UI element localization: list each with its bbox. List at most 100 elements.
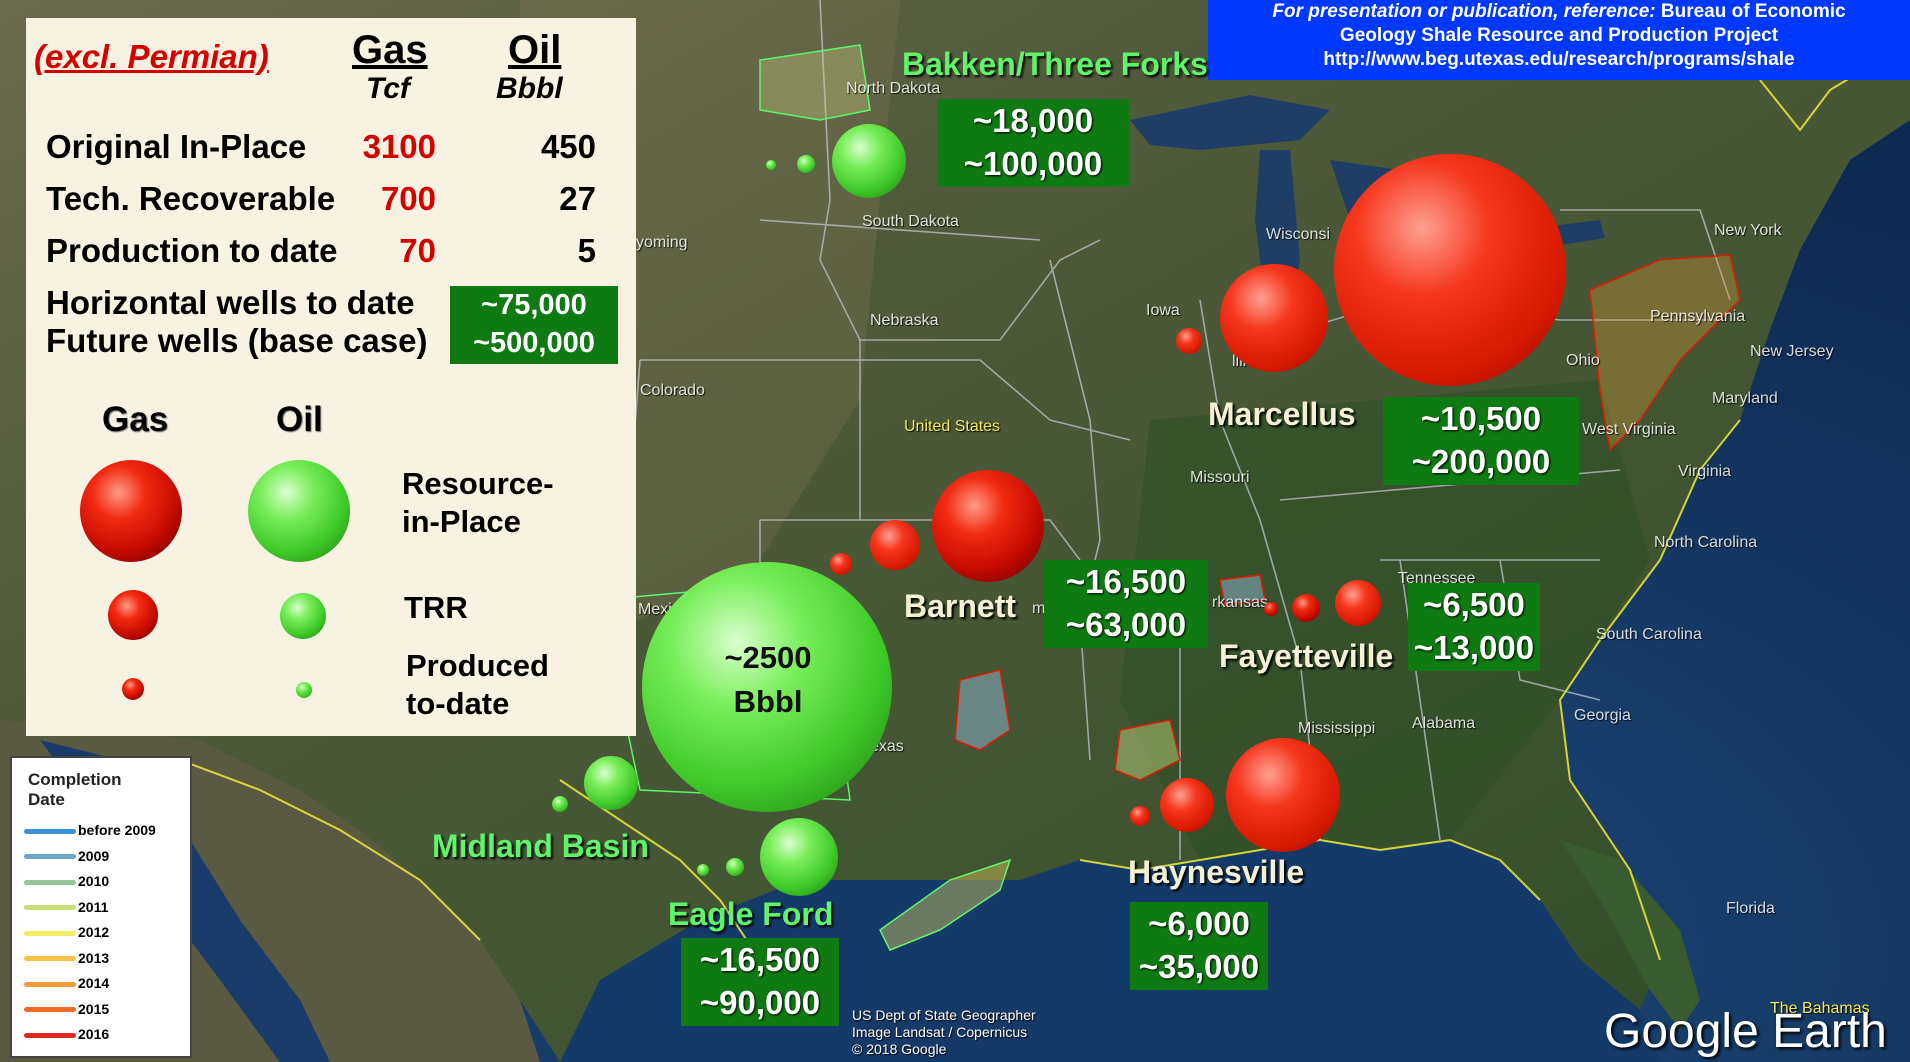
haynesville-wells-to-date: ~6,000 [1148,905,1250,942]
bakken-wells-to-date: ~18,000 [972,102,1094,139]
row-gas-production-to-date: 70 [399,232,436,269]
completion-legend-swatch [24,828,76,834]
state-label-mississippi: Mississippi [1298,720,1376,737]
legend-produced-label-2: to-date [406,686,510,721]
legend-gas-trr-bubble [108,590,158,640]
barnett-future-wells: ~63,000 [1065,606,1187,643]
state-label-georgia: Georgia [1574,707,1631,724]
play-label-barnett: Barnett [904,588,1017,624]
eagle-ford-future-wells: ~90,000 [699,984,821,1021]
completion-legend-label: 2013 [78,949,110,966]
row-label-tech-recoverable: Tech. Recoverable [46,180,336,217]
midland-bubble-unit: Bbbl [733,684,803,719]
eagle-ford-oil-produced-bubble [697,864,709,876]
completion-legend-swatch [24,1032,76,1038]
completion-legend-swatch [24,905,76,911]
fayetteville-gas-trr-bubble [1292,594,1320,622]
credit-line-3: © 2018 Google [852,1041,947,1057]
legend-oil-trr-bubble [280,593,326,639]
state-label-wisconsin: Wisconsi [1266,226,1331,243]
completion-legend-item: 2011 [24,899,108,917]
oil-unit: Bbbl [496,72,563,105]
state-label-arkansas: rkansas [1212,594,1269,611]
completion-legend-label: 2009 [78,847,110,864]
completion-legend-label: 2010 [78,873,110,889]
eagle-ford-wells-box: ~16,500 ~90,000 [681,938,839,1026]
state-label-nebraska: Nebraska [870,312,939,329]
marcellus-future-wells: ~200,000 [1411,443,1551,480]
completion-legend-swatch [24,879,76,885]
country-label-united-states: United States [904,418,1001,435]
row-oil-tech-recoverable: 27 [559,180,596,217]
bakken-future-wells: ~100,000 [963,145,1103,182]
state-label-pennsylvania: Pennsylvania [1650,308,1746,325]
wells-label-future: Future wells (base case) [46,322,428,359]
state-label-north-carolina: North Carolina [1654,534,1758,551]
state-label-iowa: Iowa [1146,302,1180,319]
row-label-production-to-date: Production to date [46,232,338,269]
citation-link[interactable]: http://www.beg.utexas.edu/research/progr… [1323,49,1794,70]
completion-legend-label: before 2009 [78,822,156,838]
play-label-eagle-ford: Eagle Ford [668,896,834,932]
summary-panel: (excl. Permian) Gas Tcf Oil Bbbl Origina… [26,18,636,736]
state-label-south-dakota: South Dakota [862,213,959,230]
gas-unit: Tcf [366,72,410,105]
completion-legend-title-2: Date [28,790,65,809]
legend-oil-header: Oil [276,400,323,439]
state-label-florida: Florida [1726,900,1775,917]
barnett-wells-box: ~16,500 ~63,000 [1044,560,1208,648]
bakken-wells-box: ~18,000 ~100,000 [937,99,1129,187]
completion-legend-swatch [24,981,76,987]
completion-legend-label: 2011 [78,898,109,915]
legend-gas-header: Gas [102,400,169,439]
legend-gas-produced-bubble [122,678,144,700]
google-earth-watermark: Google Earth [1604,1005,1887,1058]
legend-produced-label-1: Produced [406,648,549,683]
barnett-gas-produced-bubble [830,553,852,575]
credit-line-1: US Dept of State Geographer [852,1007,1036,1023]
completion-legend-label: 2014 [78,975,110,991]
eagle-ford-oil-trr-bubble [726,858,744,876]
haynesville-gas-trr-bubble [1160,778,1214,832]
midland-oil-trr-bubble [584,756,638,810]
completion-legend-swatch [24,854,76,860]
row-gas-original-in-place: 3100 [362,128,436,165]
marcellus-gas-resource-bubble [1334,154,1566,386]
haynesville-wells-box: ~6,000 ~35,000 [1130,902,1268,990]
marcellus-gas-produced-bubble [1176,328,1202,354]
bakken-oil-produced-bubble [766,160,776,170]
marcellus-wells-box: ~10,500 ~200,000 [1383,397,1579,485]
completion-legend-label: 2016 [78,1026,110,1042]
midland-bubble-value: ~2500 [724,640,812,675]
citation-line-2: Geology Shale Resource and Production Pr… [1339,25,1779,46]
wells-label-to-date: Horizontal wells to date [46,284,415,321]
completion-legend-item: 2010 [24,873,109,891]
state-label-virginia: Virginia [1678,463,1732,480]
completion-legend-item: 2014 [24,975,109,993]
state-label-maryland: Maryland [1712,390,1778,407]
completion-legend-item: 2009 [24,848,109,866]
citation-italic: For presentation or publication, referen… [1272,1,1656,22]
completion-legend-item: 2015 [24,1001,109,1019]
eagle-ford-oil-resource-bubble [760,818,838,896]
row-label-original-in-place: Original In-Place [46,128,307,165]
credit-line-2: Image Landsat / Copernicus [852,1024,1028,1040]
legend-gas-resource-bubble [80,460,182,562]
wells-value-to-date: ~75,000 [481,289,587,321]
fayetteville-wells-to-date: ~6,500 [1423,586,1525,623]
play-label-marcellus: Marcellus [1208,396,1356,432]
citation-banner: For presentation or publication, referen… [1208,0,1910,80]
play-label-haynesville: Haynesville [1128,854,1305,890]
citation-rest: Bureau of Economic [1655,1,1846,22]
excl-permian-note: (excl. Permian) [34,38,269,75]
state-label-missouri: Missouri [1190,469,1250,486]
row-oil-original-in-place: 450 [540,128,596,165]
play-label-midland: Midland Basin [432,828,649,864]
state-label-ohio: Ohio [1566,352,1600,369]
barnett-gas-trr-bubble [870,520,920,570]
completion-legend-item: 2013 [24,950,109,968]
legend-resource-label-1: Resource- [402,466,554,501]
haynesville-future-wells: ~35,000 [1138,948,1260,985]
row-gas-tech-recoverable: 700 [380,180,436,217]
barnett-wells-to-date: ~16,500 [1065,563,1187,600]
